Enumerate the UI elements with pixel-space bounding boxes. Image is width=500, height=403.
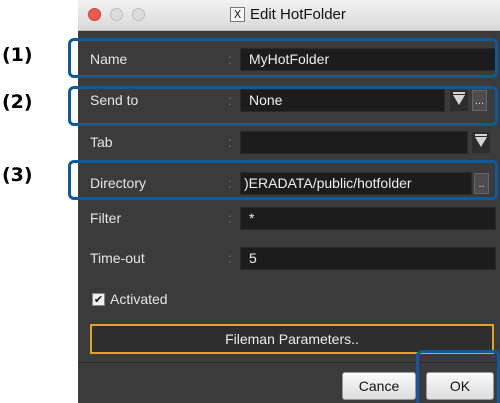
timeout-input[interactable]: 5	[240, 247, 496, 270]
callout-box-3	[68, 160, 498, 200]
callout-box-1	[68, 38, 498, 78]
timeout-colon: :	[228, 250, 232, 266]
filter-colon: :	[228, 210, 232, 226]
cancel-button[interactable]: Cance	[342, 372, 416, 400]
callout-label-1: (1)	[2, 44, 33, 66]
filter-label: Filter	[90, 210, 122, 226]
callout-label-2: (2)	[2, 91, 33, 113]
timeout-row: Time-out : 5	[78, 244, 500, 273]
callout-box-ok	[416, 350, 500, 403]
callout-label-3: (3)	[2, 164, 33, 186]
timeout-label: Time-out	[90, 250, 145, 266]
chevron-down-icon	[475, 137, 487, 147]
tab-row: Tab :	[78, 128, 500, 157]
tab-label: Tab	[90, 134, 113, 150]
activated-checkbox[interactable]: ✔	[92, 293, 105, 306]
window-title: Edit HotFolder	[250, 6, 346, 23]
activated-label: Activated	[110, 291, 168, 307]
x-app-icon: X	[230, 7, 245, 22]
minimize-window-button[interactable]	[110, 8, 123, 21]
tab-select[interactable]	[240, 131, 468, 154]
callout-box-2	[68, 86, 498, 126]
filter-row: Filter : *	[78, 204, 500, 233]
maximize-window-button[interactable]	[132, 8, 145, 21]
tab-dropdown-button[interactable]	[472, 132, 490, 153]
filter-input[interactable]: *	[240, 207, 496, 230]
tab-colon: :	[228, 134, 232, 150]
close-window-button[interactable]	[88, 8, 101, 21]
title-bar: X Edit HotFolder	[78, 0, 500, 31]
